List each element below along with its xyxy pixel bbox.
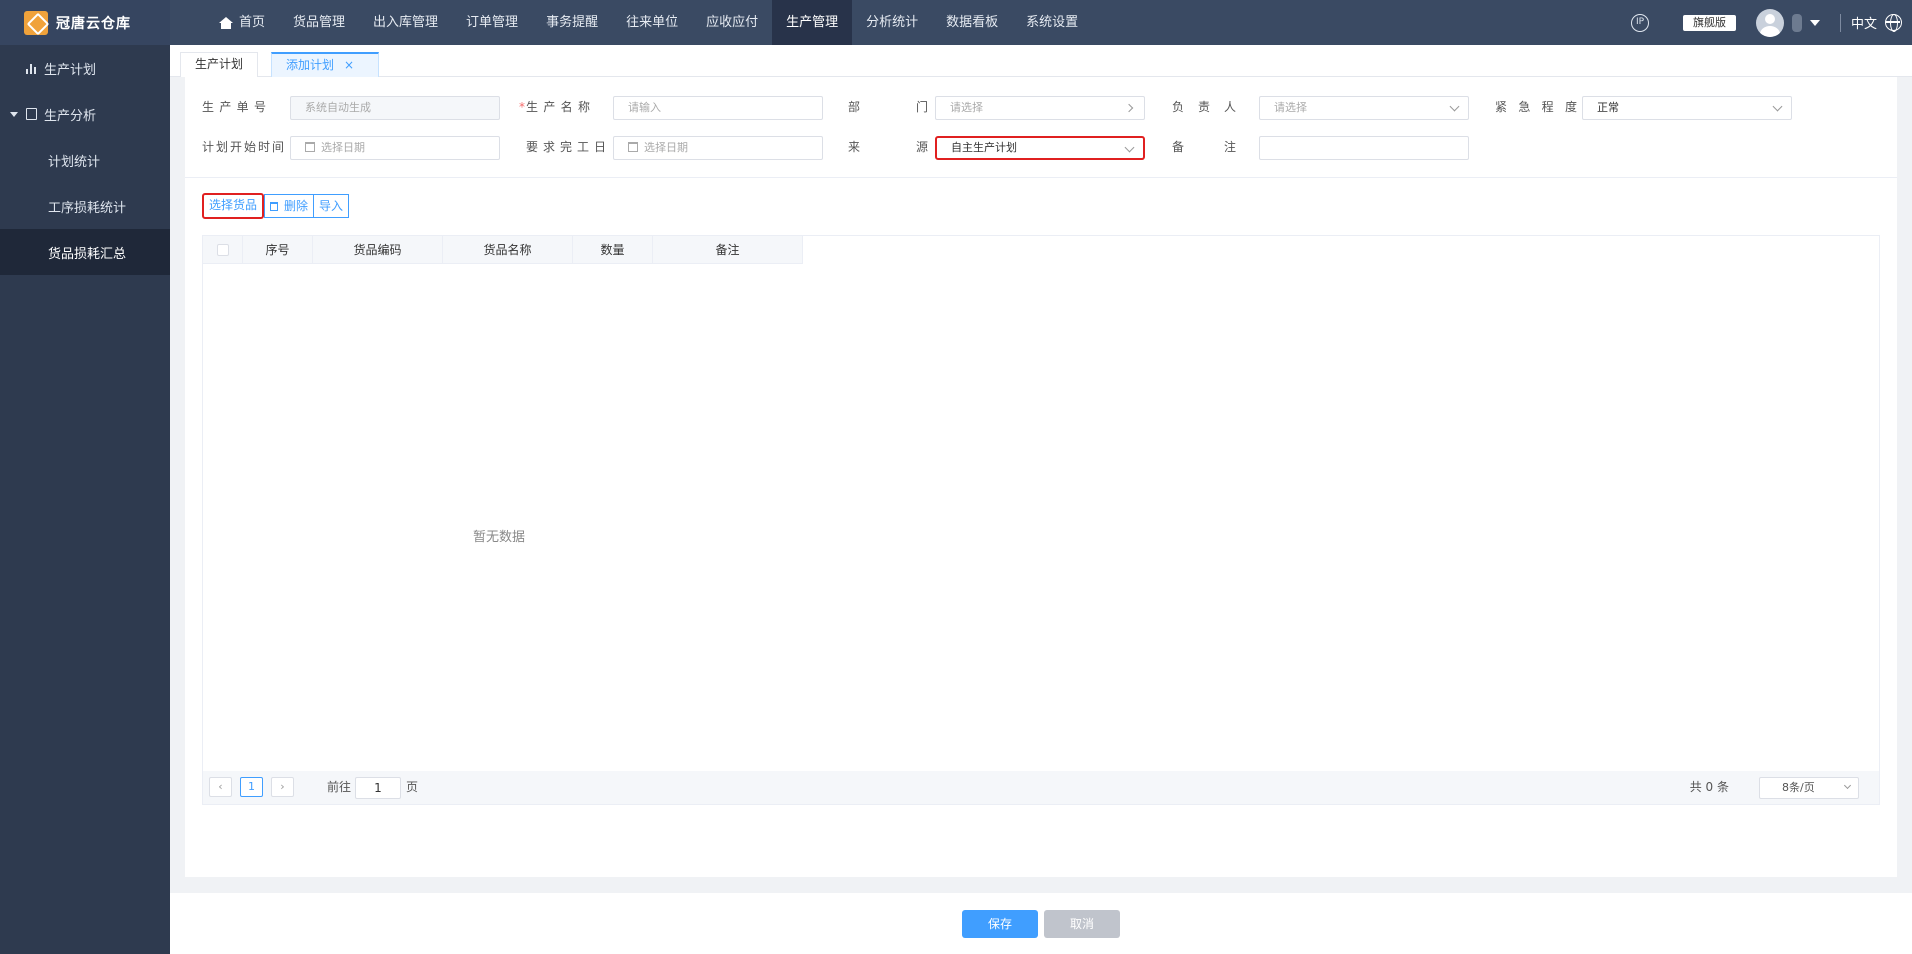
add-plan-form-panel: 生产单号 系统自动生成 * 生产名称 请输入 部门 请选择 负责人 请选择 紧急… — [185, 77, 1897, 877]
calendar-icon — [305, 142, 315, 152]
import-button[interactable]: 导入 — [314, 194, 350, 218]
plan-start-date-picker[interactable]: 选择日期 — [290, 136, 500, 160]
logo-icon — [24, 10, 48, 35]
chevron-down-icon — [1843, 781, 1852, 790]
chevron-down-icon — [1772, 101, 1783, 112]
user-menu-caret-icon[interactable] — [1809, 19, 1820, 26]
urgency-select[interactable]: 正常 — [1582, 96, 1792, 120]
remark-label: 备注 — [1172, 140, 1236, 154]
goto-suffix: 页 — [406, 780, 419, 794]
sidebar-item-goods-loss-summary[interactable]: 货品损耗汇总 — [0, 229, 170, 275]
column-header-goods-name: 货品名称 — [443, 236, 573, 264]
column-header-index: 序号 — [243, 236, 313, 264]
select-all-checkbox[interactable] — [216, 244, 229, 256]
nav-item-goods[interactable]: 货品管理 — [279, 0, 359, 45]
plan-start-label: 计划开始时间 — [202, 140, 284, 154]
top-navigation-bar: 冠唐云仓库 首页 货品管理 出入库管理 订单管理 事务提醒 往来单位 应收应付 … — [0, 0, 1912, 45]
page-size-select[interactable]: 8条/页 — [1759, 777, 1859, 799]
cancel-button[interactable]: 取消 — [1044, 910, 1120, 938]
sidebar-item-production-analysis[interactable]: 生产分析 — [0, 91, 170, 137]
remark-input[interactable] — [1259, 136, 1469, 160]
chevron-down-icon — [1124, 142, 1135, 153]
form-row-1: 生产单号 系统自动生成 * 生产名称 请输入 部门 请选择 负责人 请选择 紧急… — [185, 94, 1897, 120]
column-header-goods-code: 货品编码 — [313, 236, 443, 264]
goto-page-input[interactable]: 1 — [355, 777, 401, 799]
chevron-down-icon — [1449, 101, 1460, 112]
tab-production-plan[interactable]: 生产计划 — [180, 52, 259, 77]
select-all-cell — [203, 236, 243, 264]
sidebar: 生产计划 生产分析 计划统计 工序损耗统计 货品损耗汇总 — [0, 45, 170, 954]
required-finish-date-picker[interactable]: 选择日期 — [613, 136, 823, 160]
globe-icon[interactable] — [1885, 14, 1902, 32]
delete-button[interactable]: 删除 — [264, 194, 315, 218]
ip-circle-icon[interactable]: IP — [1630, 13, 1649, 32]
sidebar-item-process-loss-stats[interactable]: 工序损耗统计 — [0, 183, 170, 229]
username-redacted — [1791, 13, 1802, 32]
calendar-icon — [628, 142, 638, 152]
language-label[interactable]: 中文 — [1851, 13, 1877, 32]
owner-select[interactable]: 请选择 — [1259, 96, 1469, 120]
column-header-quantity: 数量 — [573, 236, 653, 264]
nav-item-home[interactable]: 首页 — [205, 0, 279, 45]
prev-page-button[interactable]: ‹ — [209, 777, 232, 797]
save-button[interactable]: 保存 — [962, 910, 1038, 938]
production-name-label: 生产名称 — [526, 100, 590, 114]
production-no-label: 生产单号 — [202, 100, 266, 114]
tab-strip: 生产计划 添加计划 × — [170, 45, 1912, 77]
nav-item-dashboard[interactable]: 数据看板 — [932, 0, 1012, 45]
top-right-tools: IP 旗舰版 中文 — [1630, 0, 1912, 45]
department-select[interactable]: 请选择 — [935, 96, 1145, 120]
page-number-button[interactable]: 1 — [240, 777, 263, 797]
column-header-remark: 备注 — [653, 236, 803, 264]
next-page-button[interactable]: › — [271, 777, 294, 797]
trash-icon — [270, 202, 279, 211]
sidebar-item-production-plan[interactable]: 生产计划 — [0, 45, 170, 91]
nav-item-reminders[interactable]: 事务提醒 — [532, 0, 612, 45]
pagination: ‹ 1 › 前往 1 页 共 0 条 8条/页 — [203, 771, 1879, 804]
source-select[interactable]: 自主生产计划 — [935, 136, 1145, 160]
total-count: 共 0 条 — [1689, 780, 1729, 794]
app-logo[interactable]: 冠唐云仓库 — [0, 0, 170, 45]
goto-prefix: 前往 — [327, 780, 352, 794]
main-nav: 首页 货品管理 出入库管理 订单管理 事务提醒 往来单位 应收应付 生产管理 分… — [205, 0, 1092, 45]
nav-item-orders[interactable]: 订单管理 — [452, 0, 532, 45]
owner-label: 负责人 — [1172, 100, 1236, 114]
nav-item-production[interactable]: 生产管理 — [772, 0, 853, 45]
sidebar-item-plan-stats[interactable]: 计划统计 — [0, 137, 170, 183]
goods-toolbar: 选择货品 删除 导入 — [202, 193, 350, 219]
nav-item-settings[interactable]: 系统设置 — [1012, 0, 1092, 45]
nav-item-analytics[interactable]: 分析统计 — [852, 0, 932, 45]
department-label: 部门 — [848, 100, 928, 114]
source-label: 来源 — [848, 140, 928, 154]
urgency-label: 紧急程度 — [1495, 100, 1577, 114]
app-name: 冠唐云仓库 — [56, 15, 131, 32]
goods-table: 序号 货品编码 货品名称 数量 备注 暂无数据 ‹ 1 › 前往 1 页 共 0… — [202, 235, 1880, 805]
nav-item-inventory[interactable]: 出入库管理 — [359, 0, 452, 45]
nav-item-partners[interactable]: 往来单位 — [612, 0, 692, 45]
home-icon — [219, 16, 233, 29]
divider — [1839, 13, 1841, 32]
nav-item-receivables[interactable]: 应收应付 — [692, 0, 772, 45]
form-footer: 保存 取消 — [170, 893, 1912, 954]
bar-chart-icon — [26, 63, 38, 74]
section-divider — [185, 177, 1897, 178]
tab-add-plan[interactable]: 添加计划 × — [271, 52, 379, 77]
production-name-input[interactable]: 请输入 — [613, 96, 823, 120]
required-finish-label: 要求完工日 — [526, 140, 606, 154]
expand-caret-icon — [10, 111, 18, 117]
form-row-2: 计划开始时间 选择日期 要求完工日 选择日期 来源 自主生产计划 备注 — [185, 134, 1897, 160]
chevron-right-icon — [1124, 103, 1134, 113]
document-icon — [26, 108, 37, 120]
table-header: 序号 货品编码 货品名称 数量 备注 — [203, 236, 803, 264]
production-no-field: 系统自动生成 — [290, 96, 500, 120]
select-goods-button[interactable]: 选择货品 — [202, 193, 265, 219]
edition-badge: 旗舰版 — [1682, 14, 1736, 31]
tab-close-icon[interactable]: × — [344, 58, 354, 72]
empty-state-text: 暂无数据 — [473, 530, 526, 545]
avatar[interactable] — [1755, 8, 1784, 37]
